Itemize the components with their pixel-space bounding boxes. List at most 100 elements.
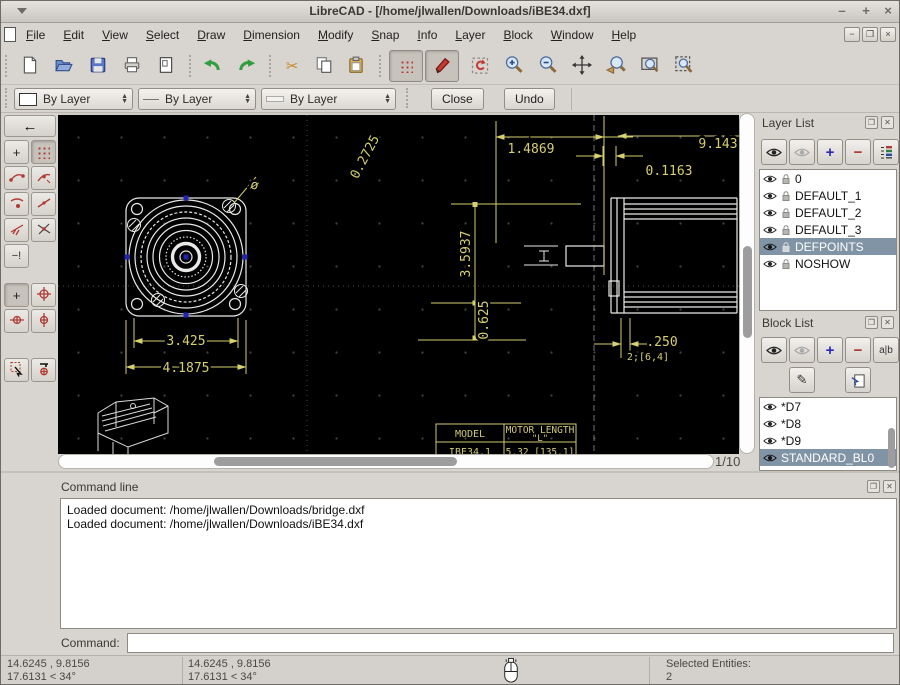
menu-window[interactable]: Window (542, 23, 603, 47)
redo-button[interactable] (230, 50, 264, 82)
spin-arrows-icon[interactable]: ▲▼ (244, 94, 251, 104)
mdi-minimize-icon[interactable]: − (844, 27, 860, 42)
snap-distance-button[interactable] (4, 218, 29, 242)
eye-icon[interactable] (763, 436, 777, 446)
zoom-out-button[interactable] (531, 50, 565, 82)
close-icon[interactable]: × (879, 1, 897, 21)
zoom-in-button[interactable] (497, 50, 531, 82)
eye-icon[interactable] (763, 402, 777, 412)
restrict-vertical-button[interactable] (31, 309, 56, 333)
drawing-canvas[interactable]: 3.425 4.1875 0.2725 1.4869 9.143 0.1163 … (58, 113, 739, 454)
block-row-selected[interactable]: STANDARD_BL0 (760, 449, 896, 466)
remove-block-button[interactable]: − (845, 337, 871, 363)
eye-icon[interactable] (763, 453, 777, 463)
eye-icon[interactable] (763, 208, 777, 218)
block-hide-all-button[interactable] (789, 337, 815, 363)
eye-icon[interactable] (763, 191, 777, 201)
redraw-button[interactable] (463, 50, 497, 82)
paste-button[interactable] (339, 50, 373, 82)
insert-block-button[interactable] (845, 367, 871, 393)
close-drawing-button[interactable]: Close (431, 88, 484, 110)
eye-icon[interactable] (763, 259, 777, 269)
minimize-icon[interactable]: – (833, 1, 851, 21)
menu-block[interactable]: Block (494, 23, 541, 47)
toolbar-handle[interactable] (5, 88, 7, 108)
snap-free-button[interactable]: + (4, 140, 29, 164)
undo-action-button[interactable]: Undo (504, 88, 555, 110)
eye-icon[interactable] (763, 242, 777, 252)
close-panel-icon[interactable]: ✕ (881, 116, 894, 129)
snap-endpoint-button[interactable] (4, 166, 29, 190)
restrict-orthogonal-button[interactable]: + (4, 283, 29, 307)
auto-zoom-button[interactable] (565, 50, 599, 82)
snap-middle-button[interactable] (31, 192, 56, 216)
vertical-scroll-thumb[interactable] (743, 246, 752, 338)
maximize-icon[interactable]: + (857, 1, 875, 21)
select-entity-button[interactable] (4, 358, 29, 382)
menu-help[interactable]: Help (602, 23, 645, 47)
new-button[interactable] (13, 50, 47, 82)
float-panel-icon[interactable]: ❐ (865, 116, 878, 129)
spin-arrows-icon[interactable]: ▲▼ (384, 94, 391, 104)
print-preview-button[interactable] (149, 50, 183, 82)
close-panel-icon[interactable]: ✕ (881, 316, 894, 329)
horizontal-scroll-thumb[interactable] (214, 457, 457, 466)
eye-icon[interactable] (763, 174, 777, 184)
menu-snap[interactable]: Snap (362, 23, 408, 47)
mdi-close-icon[interactable]: × (880, 27, 896, 42)
grid-toggle-button[interactable] (389, 50, 423, 82)
menu-edit[interactable]: Edit (54, 23, 93, 47)
block-list-scroll-thumb[interactable] (888, 428, 895, 468)
lock-icon[interactable] (781, 190, 791, 202)
lock-icon[interactable] (781, 207, 791, 219)
spin-arrows-icon[interactable]: ▲▼ (121, 94, 128, 104)
snap-grid-button[interactable] (31, 140, 56, 164)
snap-center-button[interactable] (4, 192, 29, 216)
restrict-horizontal-button[interactable] (4, 309, 29, 333)
pen-color-select[interactable]: By Layer ▲▼ (14, 88, 133, 110)
zoom-pan-button[interactable] (667, 50, 701, 82)
float-panel-icon[interactable]: ❐ (865, 316, 878, 329)
layer-row[interactable]: DEFAULT_3 (760, 221, 896, 238)
copy-button[interactable] (307, 50, 341, 82)
lock-icon[interactable] (781, 241, 791, 253)
eye-icon[interactable] (763, 419, 777, 429)
zoom-window-button[interactable] (633, 50, 667, 82)
menu-modify[interactable]: Modify (309, 23, 362, 47)
layer-hide-all-button[interactable] (789, 139, 815, 165)
layer-row[interactable]: 0 (760, 170, 896, 187)
command-input[interactable] (127, 633, 894, 653)
float-panel-icon[interactable]: ❐ (867, 480, 880, 493)
previous-view-button[interactable] (599, 50, 633, 82)
block-row[interactable]: *D8 (760, 415, 896, 432)
edit-block-button[interactable]: ✎ (789, 367, 815, 393)
layer-row-selected[interactable]: DEFPOINTS (760, 238, 896, 255)
toolbar-handle[interactable] (5, 55, 7, 77)
back-button[interactable]: ← (4, 115, 56, 137)
lock-icon[interactable] (781, 224, 791, 236)
menu-view[interactable]: View (93, 23, 137, 47)
block-show-all-button[interactable] (761, 337, 787, 363)
block-row[interactable]: *D9 (760, 432, 896, 449)
lock-relative-zero-button[interactable] (31, 358, 56, 382)
canvas-horizontal-scrollbar[interactable] (58, 454, 714, 469)
menu-select[interactable]: Select (137, 23, 188, 47)
title-bar[interactable]: LibreCAD - [/home/jlwallen/Downloads/iBE… (1, 1, 899, 23)
mdi-restore-icon[interactable]: ❐ (862, 27, 878, 42)
layer-row[interactable]: DEFAULT_1 (760, 187, 896, 204)
menu-file[interactable]: File (17, 23, 54, 47)
add-block-button[interactable]: + (817, 337, 843, 363)
remove-layer-button[interactable]: − (845, 139, 871, 165)
undo-button[interactable] (195, 50, 229, 82)
menu-draw[interactable]: Draw (188, 23, 234, 47)
restrict-nothing-button[interactable]: −! (4, 244, 29, 268)
menu-layer[interactable]: Layer (446, 23, 494, 47)
lock-icon[interactable] (781, 173, 791, 185)
menu-info[interactable]: Info (408, 23, 446, 47)
layer-attributes-button[interactable] (873, 139, 899, 165)
pen-linetype-select[interactable]: By Layer ▲▼ (138, 88, 256, 110)
canvas-vertical-scrollbar[interactable] (739, 113, 755, 454)
add-layer-button[interactable]: + (817, 139, 843, 165)
layer-row[interactable]: DEFAULT_2 (760, 204, 896, 221)
command-log[interactable]: Loaded document: /home/jlwallen/Download… (60, 498, 897, 629)
